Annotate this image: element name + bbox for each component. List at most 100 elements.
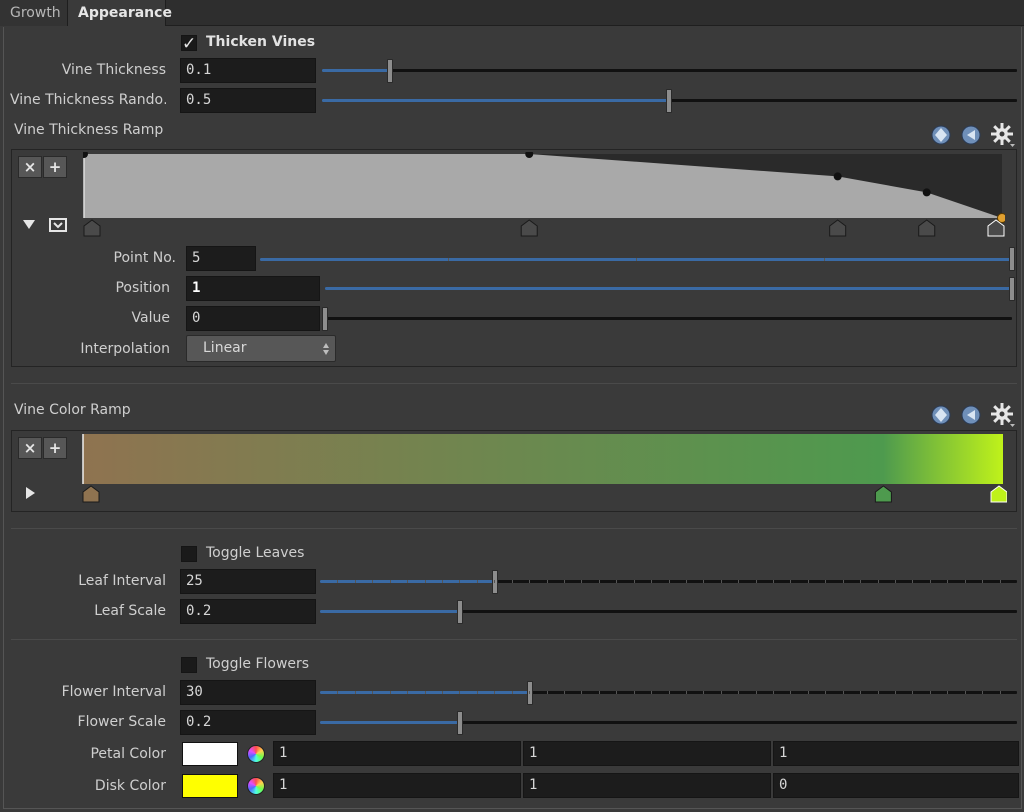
flower-interval-tick bbox=[668, 691, 670, 694]
leaf-scale-slider-handle[interactable] bbox=[457, 600, 463, 624]
leaf-interval-tick bbox=[598, 580, 600, 583]
flower-interval-tick bbox=[947, 691, 949, 694]
leaf-interval-tick bbox=[877, 580, 879, 583]
ramp-presets-icon[interactable] bbox=[930, 124, 952, 150]
flower-interval-tick bbox=[999, 691, 1001, 694]
flower-interval-tick bbox=[651, 691, 653, 694]
vine-thickness-slider-handle[interactable] bbox=[387, 59, 393, 83]
leaf-interval-tick bbox=[773, 580, 775, 583]
ramp-reverse-icon[interactable] bbox=[960, 124, 982, 150]
vine-thickness-slider-track[interactable] bbox=[322, 69, 1017, 72]
petal-color-b-input[interactable]: 1 bbox=[773, 741, 1019, 766]
leaf-interval-tick bbox=[354, 580, 356, 583]
flower-interval-input[interactable]: 30 bbox=[180, 680, 316, 705]
color-ramp-key-marker[interactable] bbox=[82, 485, 100, 503]
leaf-interval-input[interactable]: 25 bbox=[180, 569, 316, 594]
vine-thickness-random-label: Vine Thickness Rando… bbox=[10, 92, 166, 108]
point-no-slider-handle[interactable] bbox=[1009, 247, 1015, 271]
add-point-button[interactable]: + bbox=[43, 156, 67, 178]
leaf-interval-tick bbox=[459, 580, 461, 583]
vine-thickness-label: Vine Thickness bbox=[61, 62, 166, 78]
thicken-vines-checkbox[interactable]: ✓ bbox=[181, 35, 197, 53]
color-ramp-gear-icon[interactable] bbox=[990, 402, 1016, 432]
flower-interval-tick bbox=[895, 691, 897, 694]
color-wheel-icon[interactable] bbox=[247, 777, 265, 795]
fit-view-icon[interactable] bbox=[49, 218, 67, 236]
leaf-interval-tick bbox=[389, 580, 391, 583]
ramp-key-marker[interactable] bbox=[918, 219, 936, 237]
disk-color-swatch[interactable] bbox=[182, 774, 238, 798]
leaf-interval-tick bbox=[895, 580, 897, 583]
color-ramp-key-marker[interactable] bbox=[874, 485, 892, 503]
leaf-interval-tick bbox=[685, 580, 687, 583]
ramp-key-marker[interactable] bbox=[829, 219, 847, 237]
flower-interval-tick bbox=[807, 691, 809, 694]
collapse-triangle-icon[interactable] bbox=[22, 218, 36, 234]
vine-thickness-random-slider-handle[interactable] bbox=[666, 89, 672, 113]
value-slider-track[interactable] bbox=[325, 317, 1012, 320]
expand-triangle-icon[interactable] bbox=[24, 486, 36, 504]
petal-color-r-input[interactable]: 1 bbox=[273, 741, 521, 766]
position-input[interactable]: 1 bbox=[186, 276, 320, 301]
color-ramp-graph[interactable] bbox=[81, 434, 1007, 508]
ramp-key-marker[interactable] bbox=[83, 219, 101, 237]
value-input[interactable]: 0 bbox=[186, 306, 320, 331]
flower-interval-tick bbox=[529, 691, 531, 694]
gear-icon[interactable] bbox=[990, 122, 1016, 152]
petal-color-swatch[interactable] bbox=[182, 742, 238, 766]
flower-interval-tick bbox=[354, 691, 356, 694]
color-ramp-key-marker[interactable] bbox=[990, 485, 1007, 503]
flower-interval-tick bbox=[755, 691, 757, 694]
flower-interval-tick bbox=[790, 691, 792, 694]
flower-interval-tick bbox=[720, 691, 722, 694]
petal-color-g-input[interactable]: 1 bbox=[523, 741, 771, 766]
color-ramp-reverse-icon[interactable] bbox=[960, 404, 982, 430]
vine-thickness-random-input[interactable]: 0.5 bbox=[180, 88, 316, 113]
tab-growth[interactable]: Growth bbox=[0, 0, 68, 26]
add-color-point-button[interactable]: + bbox=[43, 437, 67, 459]
flower-interval-tick bbox=[563, 691, 565, 694]
flower-interval-tick bbox=[598, 691, 600, 694]
position-slider-fill bbox=[325, 287, 1012, 290]
disk-color-label: Disk Color bbox=[94, 778, 166, 794]
leaf-interval-tick bbox=[720, 580, 722, 583]
color-wheel-icon[interactable] bbox=[247, 745, 265, 763]
leaf-scale-input[interactable]: 0.2 bbox=[180, 599, 316, 624]
delete-color-point-button[interactable]: × bbox=[18, 437, 42, 459]
toggle-flowers-checkbox[interactable] bbox=[181, 657, 197, 673]
point-no-tick bbox=[636, 258, 637, 261]
flower-interval-tick bbox=[633, 691, 635, 694]
ramp-key-marker[interactable] bbox=[520, 219, 538, 237]
flower-scale-input[interactable]: 0.2 bbox=[180, 710, 316, 735]
flower-interval-tick bbox=[685, 691, 687, 694]
leaf-interval-tick bbox=[424, 580, 426, 583]
point-no-tick bbox=[448, 258, 449, 261]
disk-color-r-input[interactable]: 1 bbox=[273, 773, 521, 798]
leaf-interval-tick bbox=[912, 580, 914, 583]
leaf-interval-tick bbox=[441, 580, 443, 583]
toggle-leaves-checkbox[interactable] bbox=[181, 546, 197, 562]
thickness-ramp-graph[interactable] bbox=[83, 152, 1005, 240]
flower-interval-tick bbox=[616, 691, 618, 694]
leaf-interval-label: Leaf Interval bbox=[78, 573, 166, 589]
leaf-scale-label: Leaf Scale bbox=[94, 603, 166, 619]
value-slider-handle[interactable] bbox=[322, 307, 328, 331]
tab-appearance[interactable]: Appearance bbox=[68, 0, 172, 26]
leaf-interval-tick bbox=[494, 580, 496, 583]
interpolation-select[interactable]: Linear bbox=[186, 335, 336, 362]
flower-scale-slider-handle[interactable] bbox=[457, 711, 463, 735]
disk-color-g-input[interactable]: 1 bbox=[523, 773, 771, 798]
ramp-point bbox=[833, 172, 842, 181]
delete-point-button[interactable]: × bbox=[18, 156, 42, 178]
point-no-input[interactable]: 5 bbox=[186, 246, 256, 271]
color-ramp-presets-icon[interactable] bbox=[930, 404, 952, 430]
vine-thickness-input[interactable]: 0.1 bbox=[180, 58, 316, 83]
leaf-interval-tick bbox=[703, 580, 705, 583]
disk-color-b-input[interactable]: 0 bbox=[773, 773, 1019, 798]
leaf-interval-tick bbox=[738, 580, 740, 583]
position-slider-handle[interactable] bbox=[1009, 277, 1015, 301]
leaf-interval-tick bbox=[790, 580, 792, 583]
leaf-interval-tick bbox=[372, 580, 374, 583]
flower-interval-tick bbox=[476, 691, 478, 694]
flower-interval-tick bbox=[964, 691, 966, 694]
